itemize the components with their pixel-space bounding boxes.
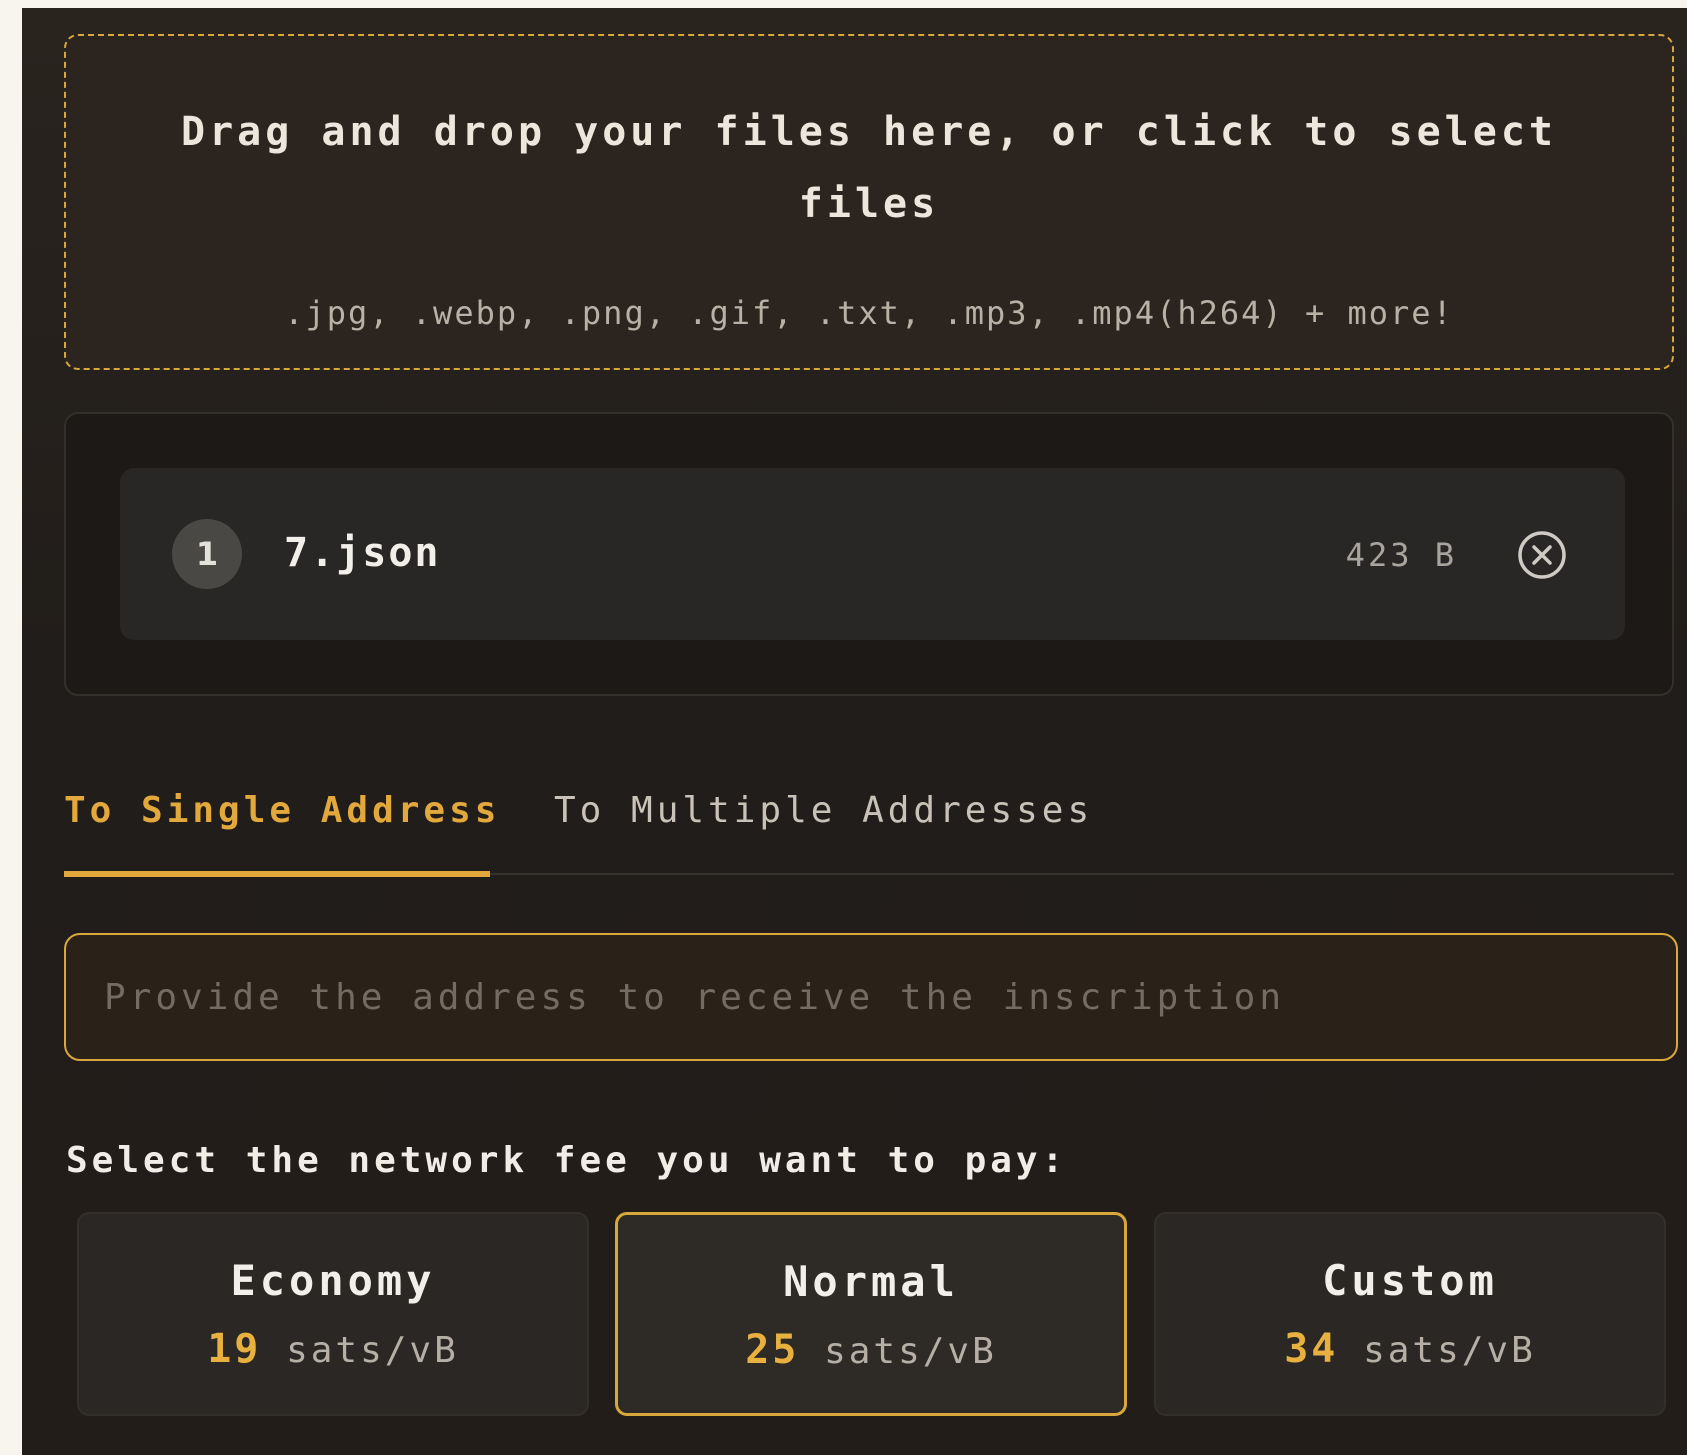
fee-rate-unit: sats/vB <box>286 1330 459 1371</box>
file-list: 1 7.json 423 B <box>64 412 1674 696</box>
file-index-badge: 1 <box>172 519 242 589</box>
tab-single-address[interactable]: To Single Address <box>64 790 500 831</box>
inscription-panel: Drag and drop your files here, or click … <box>22 8 1687 1455</box>
fee-rate-value: 34 <box>1284 1326 1339 1372</box>
file-list-item: 1 7.json 423 B <box>120 468 1625 640</box>
active-tab-indicator <box>64 871 490 877</box>
fee-option-rate: 19 sats/vB <box>79 1326 587 1372</box>
circle-x-icon <box>1518 531 1566 579</box>
fee-option-name: Normal <box>783 1257 959 1306</box>
fee-option-custom[interactable]: Custom 34 sats/vB <box>1154 1212 1666 1416</box>
fee-rate-unit: sats/vB <box>1363 1330 1536 1371</box>
fee-rate-unit: sats/vB <box>824 1331 997 1372</box>
fee-rate-value: 19 <box>207 1326 262 1372</box>
fee-rate-value: 25 <box>745 1327 800 1373</box>
fee-option-name: Custom <box>1322 1256 1498 1305</box>
fee-option-normal[interactable]: Normal 25 sats/vB <box>615 1212 1127 1416</box>
fee-option-economy[interactable]: Economy 19 sats/vB <box>77 1212 589 1416</box>
dropzone-formats: .jpg, .webp, .png, .gif, .txt, .mp3, .mp… <box>284 294 1454 332</box>
fee-option-rate: 34 sats/vB <box>1156 1326 1664 1372</box>
tab-multiple-addresses[interactable]: To Multiple Addresses <box>554 790 1093 831</box>
file-dropzone[interactable]: Drag and drop your files here, or click … <box>64 34 1674 370</box>
recipient-tabs: To Single Address To Multiple Addresses <box>64 768 1674 880</box>
fee-options: Economy 19 sats/vB Normal 25 sats/vB Cus… <box>22 1206 1687 1416</box>
file-size: 423 B <box>1345 536 1457 574</box>
fee-option-name: Economy <box>230 1256 436 1305</box>
dropzone-title: Drag and drop your files here, or click … <box>180 109 1558 227</box>
receive-address-input[interactable] <box>64 933 1678 1061</box>
fee-section-label: Select the network fee you want to pay: <box>66 1140 1068 1181</box>
fee-option-rate: 25 sats/vB <box>618 1327 1124 1373</box>
remove-file-button[interactable] <box>1515 528 1569 582</box>
file-name: 7.json <box>284 530 441 576</box>
